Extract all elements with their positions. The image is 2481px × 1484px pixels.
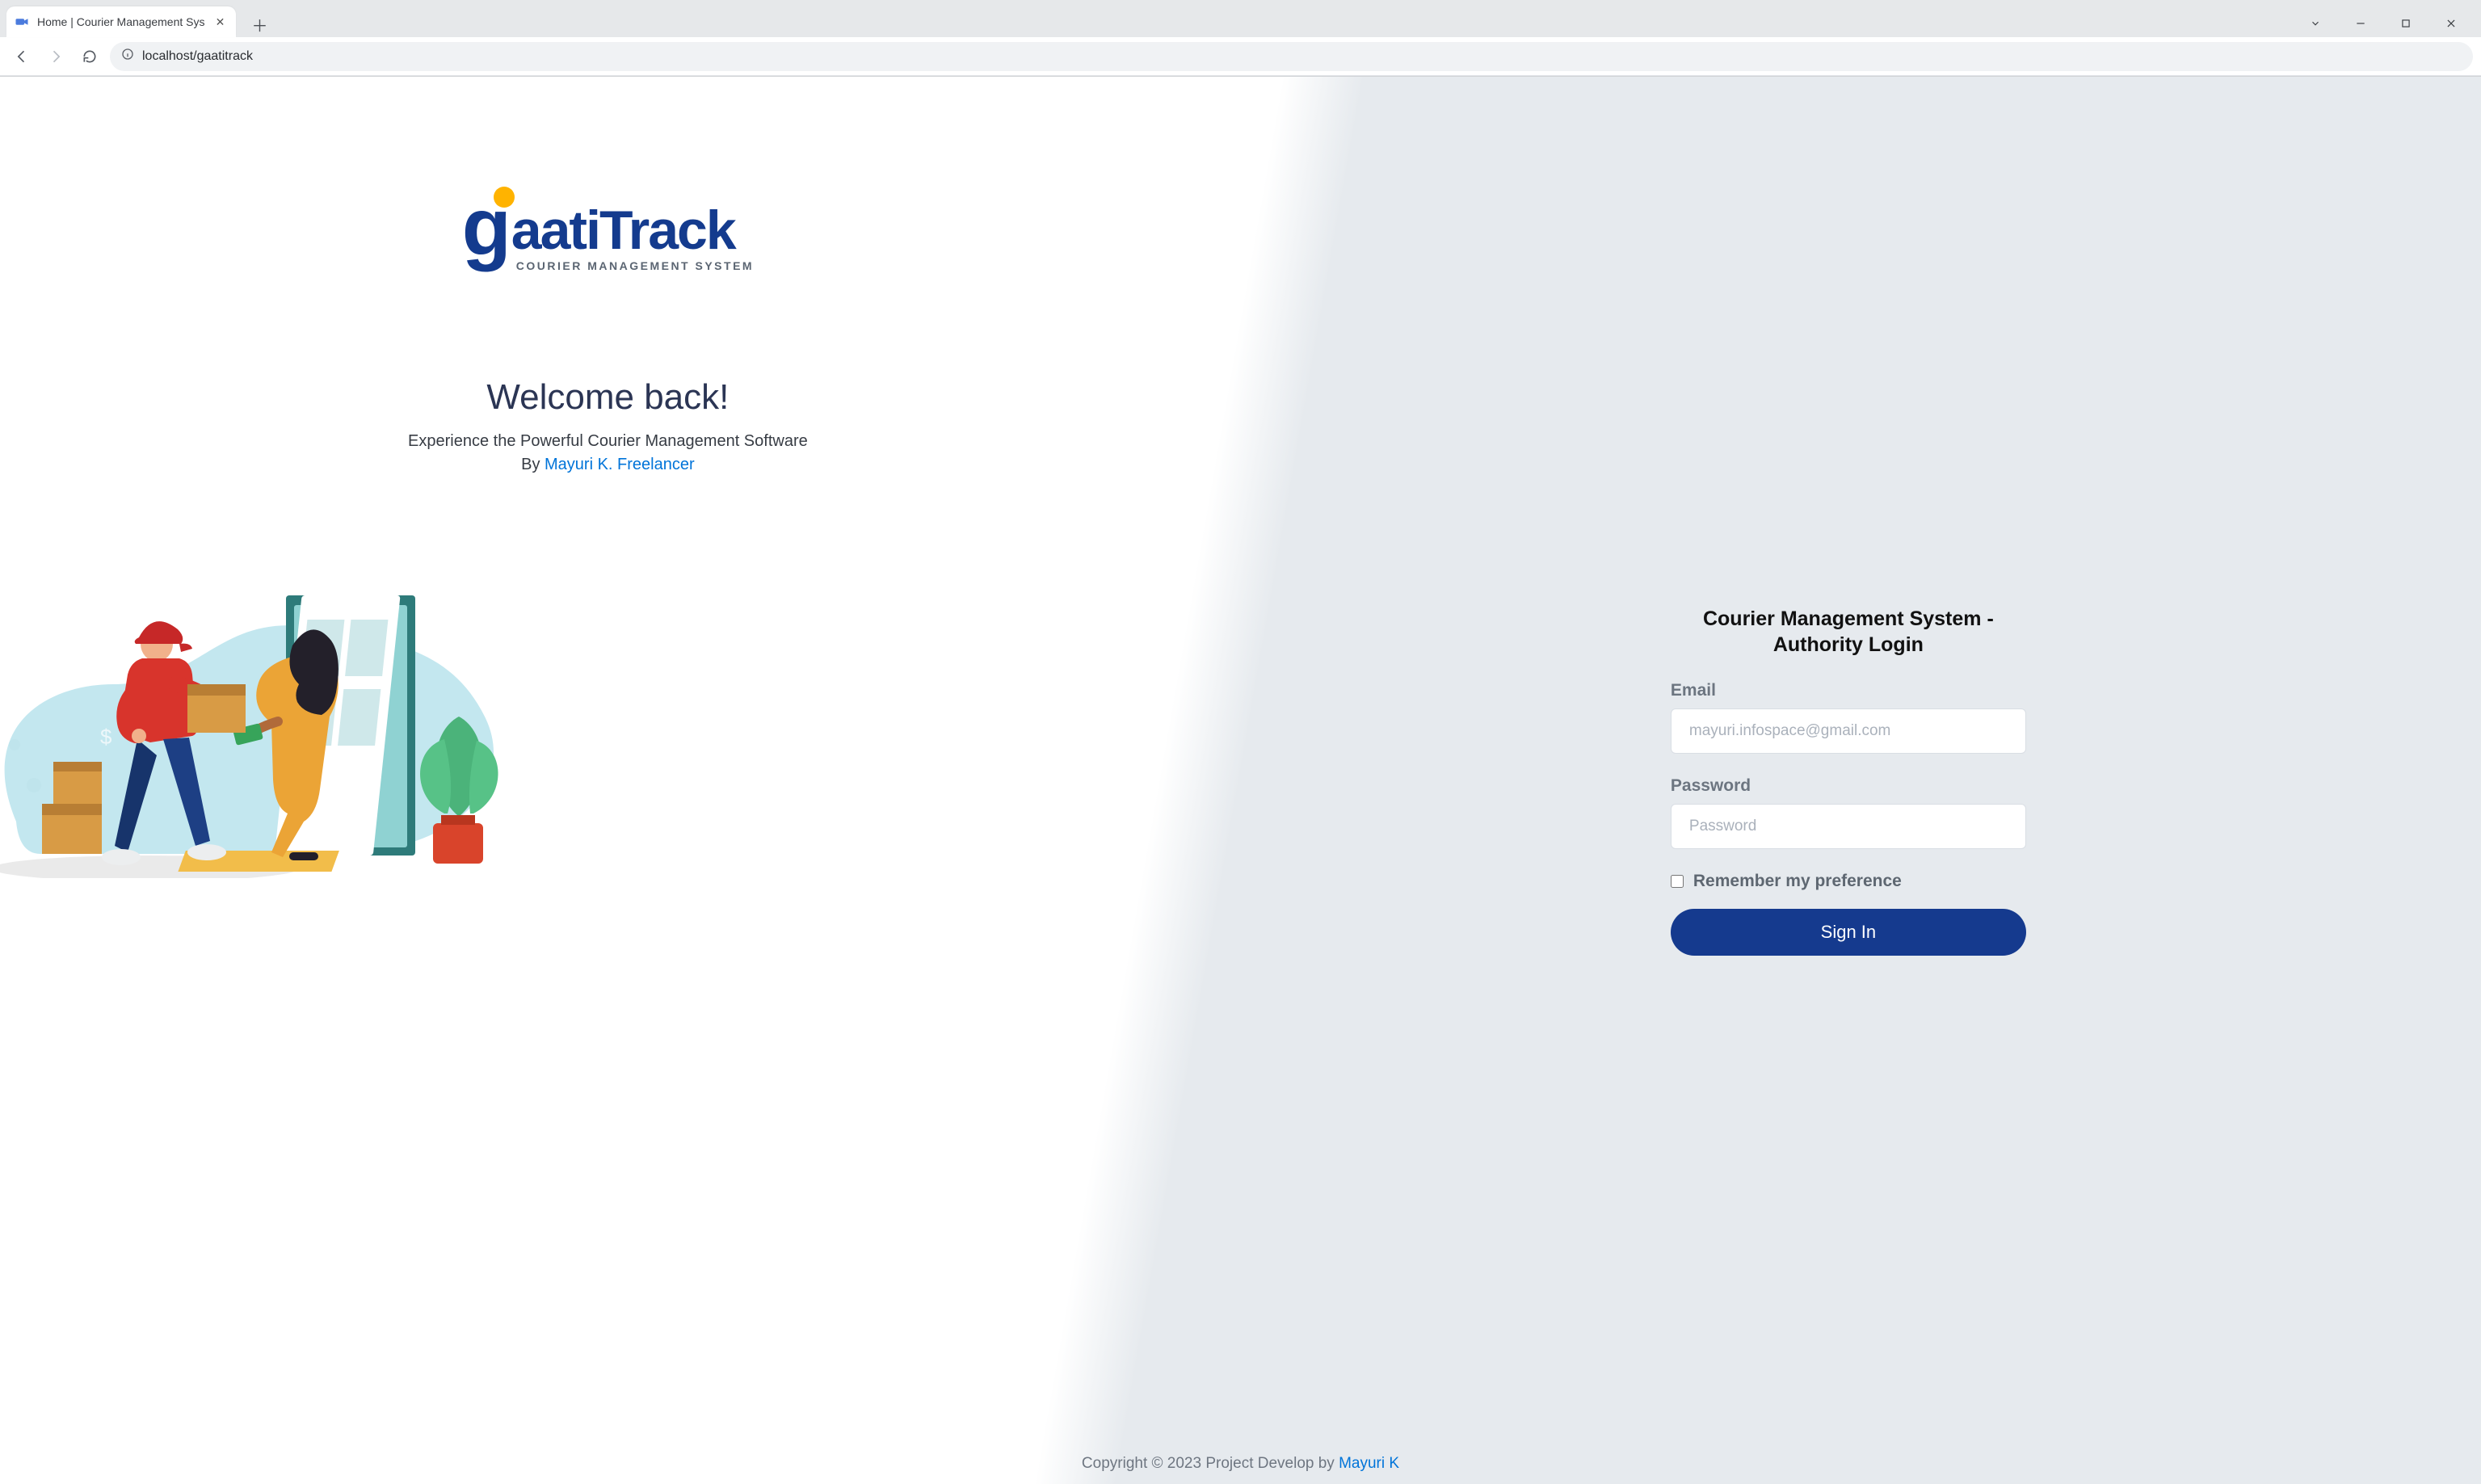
tab-search-button[interactable] (2297, 10, 2334, 37)
login-title-line1: Courier Management System - (1703, 607, 1994, 630)
byline-prefix: By (521, 456, 545, 473)
welcome-heading: Welcome back! (408, 377, 808, 418)
password-label: Password (1671, 776, 2026, 796)
footer-text: Copyright © 2023 Project Develop by (1082, 1455, 1339, 1472)
close-window-button[interactable] (2433, 10, 2470, 37)
browser-tab[interactable]: Home | Courier Management Sys ✕ (6, 6, 236, 37)
welcome-subtitle: Experience the Powerful Courier Manageme… (408, 432, 808, 451)
address-bar[interactable] (110, 42, 2473, 71)
logo-g-icon: g (462, 198, 511, 256)
login-title-line2: Authority Login (1773, 633, 1924, 656)
remember-row[interactable]: Remember my preference (1671, 872, 2026, 891)
password-input[interactable] (1671, 804, 2026, 849)
tab-strip: Home | Courier Management Sys ✕ ＋ (0, 0, 2481, 37)
site-info-icon[interactable] (121, 48, 134, 65)
remember-label: Remember my preference (1693, 872, 1902, 891)
delivery-illustration: $ ✦ (0, 531, 509, 878)
page-viewport: g aatiTrack COURIER MANAGEMENT SYSTEM We… (0, 77, 2481, 1484)
favicon-icon (15, 15, 29, 29)
new-tab-button[interactable]: ＋ (247, 11, 273, 37)
author-link[interactable]: Mayuri K. Freelancer (545, 456, 695, 473)
logo-text: aatiTrack COURIER MANAGEMENT SYSTEM (511, 203, 754, 272)
footer: Copyright © 2023 Project Develop by Mayu… (0, 1455, 2481, 1473)
minimize-button[interactable] (2342, 10, 2379, 37)
left-pane: g aatiTrack COURIER MANAGEMENT SYSTEM We… (0, 77, 1216, 1484)
email-field-group: Email (1671, 681, 2026, 754)
welcome-block: Welcome back! Experience the Powerful Co… (408, 377, 808, 474)
welcome-byline: By Mayuri K. Freelancer (408, 456, 808, 474)
remember-checkbox[interactable] (1671, 875, 1684, 888)
right-pane: Courier Management System - Authority Lo… (1216, 77, 2481, 1484)
password-field-group: Password (1671, 776, 2026, 849)
login-title: Courier Management System - Authority Lo… (1671, 606, 2026, 658)
tab-title: Home | Courier Management Sys (37, 15, 205, 28)
browser-chrome: Home | Courier Management Sys ✕ ＋ (0, 0, 2481, 77)
email-label: Email (1671, 681, 2026, 700)
logo-dot-icon (494, 187, 515, 208)
browser-toolbar (0, 37, 2481, 76)
back-button[interactable] (8, 43, 36, 70)
maximize-button[interactable] (2387, 10, 2424, 37)
forward-button[interactable] (42, 43, 69, 70)
window-controls (2297, 10, 2475, 37)
footer-author-link[interactable]: Mayuri K (1339, 1455, 1399, 1472)
sign-in-button[interactable]: Sign In (1671, 909, 2026, 956)
reload-button[interactable] (76, 43, 103, 70)
url-input[interactable] (142, 49, 2462, 64)
login-form: Courier Management System - Authority Lo… (1671, 606, 2026, 956)
logo-brand-name: aatiTrack (511, 203, 754, 258)
tab-close-button[interactable]: ✕ (213, 15, 228, 29)
email-input[interactable] (1671, 708, 2026, 754)
brand-logo: g aatiTrack COURIER MANAGEMENT SYSTEM (462, 198, 754, 272)
svg-text:$: $ (100, 725, 112, 749)
logo-tagline: COURIER MANAGEMENT SYSTEM (516, 259, 754, 272)
